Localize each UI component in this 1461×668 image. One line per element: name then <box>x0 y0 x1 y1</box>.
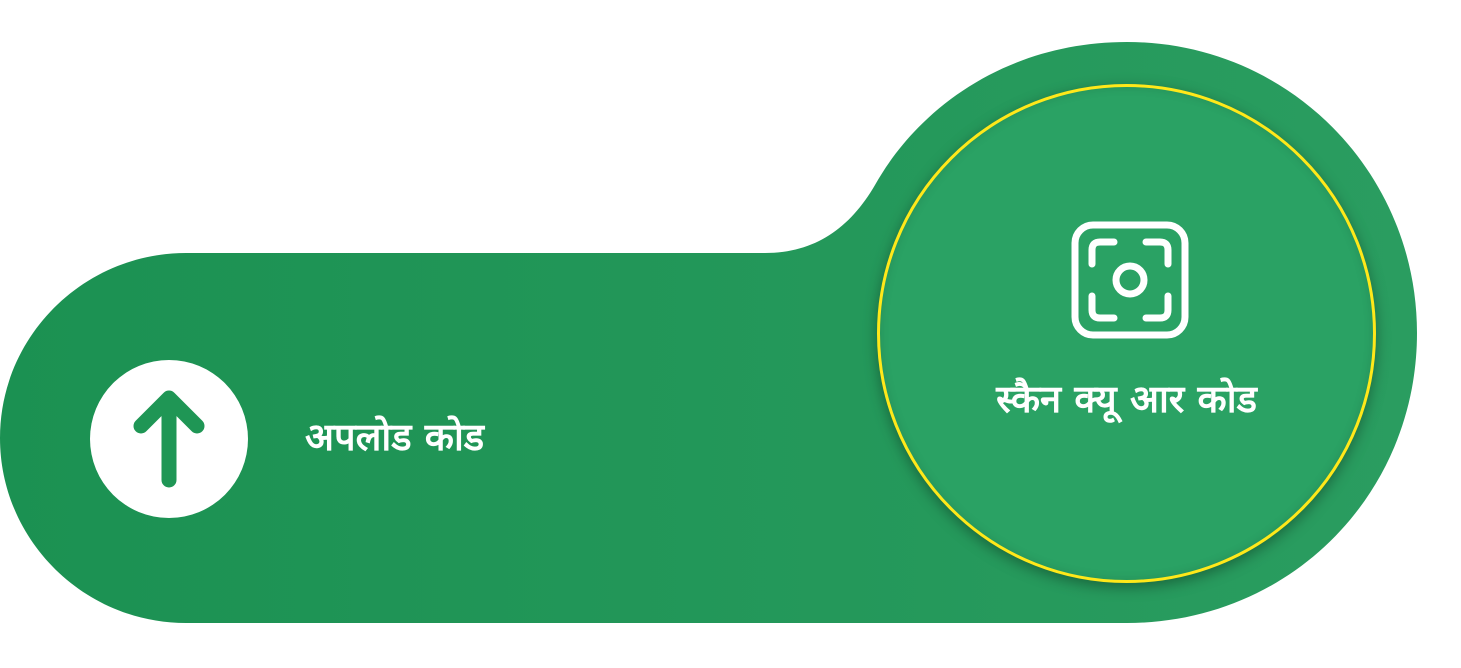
scan-frame-icon <box>1071 221 1189 339</box>
arrow-up-icon <box>133 390 205 488</box>
scan-qr-code-label: स्कैन क्यू आर कोड <box>996 377 1257 421</box>
upload-icon-circle <box>90 360 248 518</box>
upload-code-button[interactable]: अपलोड कोड <box>30 300 670 580</box>
upload-code-label: अपलोड कोड <box>305 415 485 459</box>
scan-qr-code-button[interactable]: स्कैन क्यू आर कोड <box>877 84 1376 583</box>
